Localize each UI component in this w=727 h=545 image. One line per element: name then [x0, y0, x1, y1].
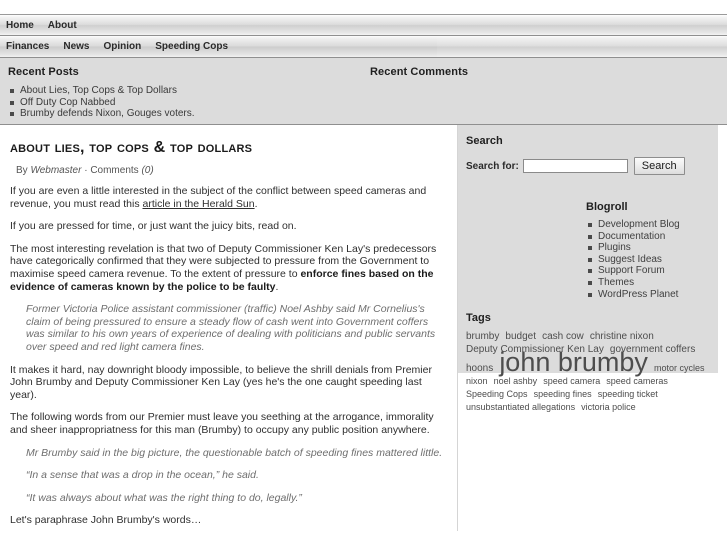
header-widget-strip: Recent Posts About Lies, Top Cops & Top …	[0, 58, 727, 125]
nav-item-news[interactable]: News	[63, 41, 89, 52]
list-item[interactable]: Support Forum	[586, 265, 712, 277]
nav-item-finances[interactable]: Finances	[6, 41, 49, 52]
search-widget: Search Search for: Search	[466, 135, 712, 175]
primary-navigation: Home About	[0, 14, 727, 36]
blockquote-noel-ashby: Former Victoria Police assistant commiss…	[26, 303, 436, 353]
list-item[interactable]: Documentation	[586, 231, 712, 243]
tag-link[interactable]: speeding fines	[534, 389, 592, 399]
herald-sun-link[interactable]: article in the Herald Sun	[143, 198, 255, 210]
byline-author[interactable]: Webmaster	[30, 165, 81, 176]
tag-link[interactable]: nixon	[466, 376, 488, 386]
recent-comments-title: Recent Comments	[370, 66, 469, 78]
tag-link[interactable]: brumby	[466, 331, 499, 342]
search-input[interactable]	[522, 159, 628, 173]
secondary-navigation: Finances News Opinion Speeding Cops	[0, 36, 727, 58]
tag-link[interactable]: christine nixon	[590, 331, 654, 342]
byline-comments-label[interactable]: Comments	[90, 165, 138, 176]
tag-link[interactable]: victoria police	[581, 402, 636, 412]
tag-link[interactable]: unsubstantiated allegations	[466, 402, 575, 412]
nav-item-opinion[interactable]: Opinion	[103, 41, 141, 52]
paragraph-revelation: The most interesting revelation is that …	[10, 243, 445, 293]
blogroll-title: Blogroll	[586, 201, 628, 213]
paragraph-premier-words: The following words from our Premier mus…	[10, 411, 434, 436]
blockquote-right-thing: “It was always about what was the right …	[26, 491, 302, 504]
tags-title: Tags	[466, 312, 491, 325]
paragraph-revelation-tail: .	[275, 280, 279, 293]
tag-link[interactable]: motor cycles	[654, 363, 705, 373]
main-layout: About Lies, Top Cops & Top Dollars By We…	[0, 125, 727, 531]
sidebar-column: Search Search for: Search Blogroll Devel…	[458, 125, 727, 531]
search-form: Search for: Search	[466, 157, 712, 175]
top-strip	[0, 0, 727, 14]
post-byline: By Webmaster · Comments (0)	[16, 165, 445, 176]
tag-link[interactable]: Speeding Cops	[466, 389, 528, 399]
nav-item-speeding-cops[interactable]: Speeding Cops	[155, 41, 228, 52]
byline-comment-count: (0)	[141, 165, 154, 176]
tag-link[interactable]: speeding ticket	[598, 389, 658, 399]
recent-posts-list: About Lies, Top Cops & Top Dollars Off D…	[8, 85, 370, 120]
paragraph-intro: If you are even a little interested in t…	[10, 185, 445, 210]
byline-by: By	[16, 165, 28, 176]
tag-link[interactable]: noel ashby	[494, 376, 538, 386]
nav-item-home[interactable]: Home	[6, 20, 34, 31]
search-title: Search	[466, 135, 503, 147]
search-button[interactable]: Search	[633, 157, 685, 175]
tag-link[interactable]: john brumby	[499, 347, 648, 377]
paragraph-intro-tail: .	[254, 197, 258, 210]
search-label: Search for:	[466, 160, 519, 172]
tag-cloud-widget: Tags brumby budget cash cow christine ni…	[466, 312, 712, 414]
list-item[interactable]: WordPress Planet	[586, 289, 712, 301]
blockquote-drop-in-ocean: “In a sense that was a drop in the ocean…	[26, 469, 259, 482]
tag-link[interactable]: speed camera	[543, 376, 600, 386]
tag-cloud: brumby budget cash cow christine nixon D…	[466, 330, 712, 414]
recent-comments-widget: Recent Comments	[370, 66, 727, 114]
paragraph-denials: It makes it hard, nay downright bloody i…	[10, 363, 432, 401]
paragraph-paraphrase: Let's paraphrase John Brumby's words…	[10, 514, 202, 527]
tag-link[interactable]: hoons	[466, 363, 493, 374]
list-item[interactable]: Development Blog	[586, 219, 712, 231]
tag-link[interactable]: budget	[505, 331, 536, 342]
post-body: If you are even a little interested in t…	[10, 185, 445, 531]
list-item[interactable]: Suggest Ideas	[586, 254, 712, 266]
blogroll-widget: Blogroll Development Blog Documentation …	[466, 201, 712, 300]
post-content-column: About Lies, Top Cops & Top Dollars By We…	[0, 125, 458, 531]
list-item[interactable]: Off Duty Cop Nabbed	[8, 97, 370, 109]
sidebar-panel: Search Search for: Search Blogroll Devel…	[458, 125, 718, 412]
recent-posts-title: Recent Posts	[8, 66, 79, 78]
recent-posts-widget: Recent Posts About Lies, Top Cops & Top …	[0, 66, 370, 119]
tag-link[interactable]: cash cow	[542, 331, 584, 342]
nav-item-about[interactable]: About	[48, 20, 77, 31]
blockquote-big-picture: Mr Brumby said in the big picture, the q…	[26, 446, 443, 459]
page-title: About Lies, Top Cops & Top Dollars	[10, 139, 253, 156]
paragraph-pressed-for-time: If you are pressed for time, or just wan…	[10, 220, 297, 233]
blogroll-list: Development Blog Documentation Plugins S…	[586, 219, 712, 300]
list-item[interactable]: Brumby defends Nixon, Gouges voters.	[8, 108, 370, 120]
byline-separator: ·	[84, 165, 88, 176]
list-item[interactable]: Plugins	[586, 242, 712, 254]
list-item[interactable]: Themes	[586, 277, 712, 289]
tag-link[interactable]: speed cameras	[606, 376, 668, 386]
list-item[interactable]: About Lies, Top Cops & Top Dollars	[8, 85, 370, 97]
